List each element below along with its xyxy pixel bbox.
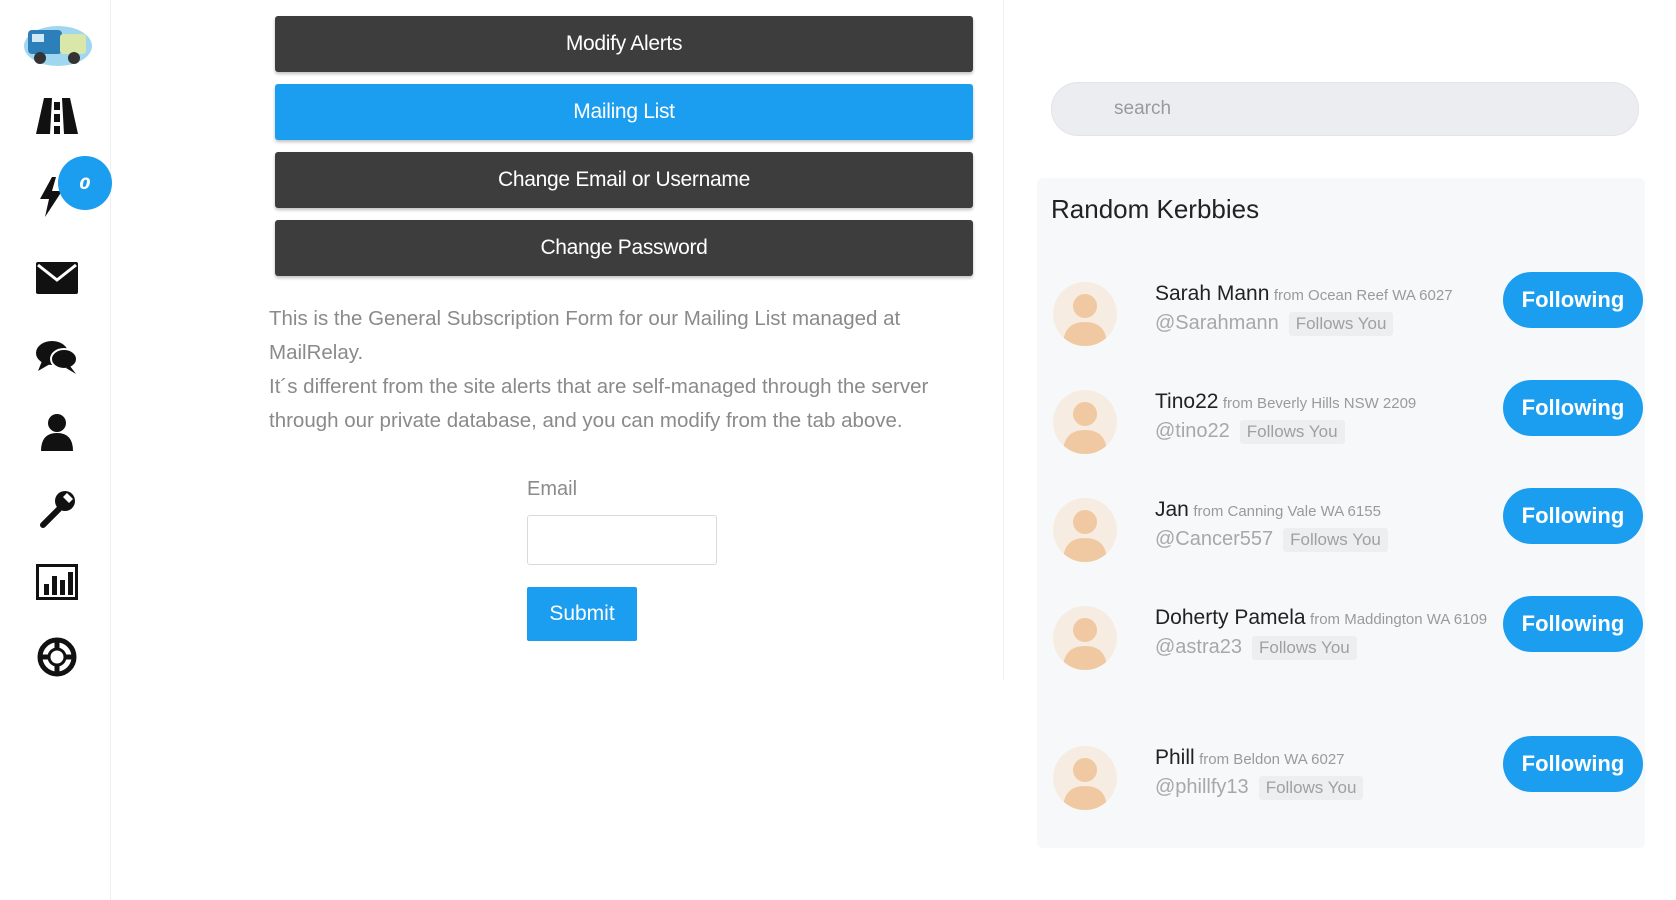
avatar[interactable]	[1053, 606, 1117, 670]
submit-button[interactable]: Submit	[527, 587, 637, 641]
user-handle[interactable]: @Cancer557	[1155, 528, 1273, 550]
following-button[interactable]: Following	[1503, 272, 1643, 328]
avatar[interactable]	[1053, 390, 1117, 454]
follows-you-badge: Follows You	[1239, 420, 1345, 444]
user-name[interactable]: Sarah Mann	[1155, 282, 1269, 305]
user-handle[interactable]: @phillfy13	[1155, 776, 1249, 798]
mailing-list-description: This is the General Subscription Form fo…	[269, 302, 979, 438]
column-divider	[1003, 0, 1004, 680]
following-button[interactable]: Following	[1503, 488, 1643, 544]
user-name[interactable]: Doherty Pamela	[1155, 606, 1306, 629]
intro-line-1: This is the General Subscription Form fo…	[269, 307, 901, 364]
tab-modify-alerts[interactable]: Modify Alerts	[275, 16, 973, 72]
follows-you-badge: Follows You	[1288, 312, 1394, 336]
panel-title: Random Kerbbies	[1051, 194, 1260, 224]
user-handle[interactable]: @tino22	[1155, 420, 1230, 442]
email-label: Email	[527, 478, 578, 500]
user-location: from Beverly Hills NSW 2209	[1222, 395, 1417, 412]
user-name[interactable]: Jan	[1155, 498, 1189, 521]
tab-change-password[interactable]: Change Password	[275, 220, 973, 276]
avatar[interactable]	[1053, 746, 1117, 810]
following-button[interactable]: Following	[1503, 380, 1643, 436]
tab-change-email-username[interactable]: Change Email or Username	[275, 152, 973, 208]
random-kerbbies-panel: Random Kerbbies Sarah Mann from Ocean Re…	[1037, 178, 1645, 848]
email-field[interactable]	[527, 515, 717, 565]
user-handle[interactable]: @Sarahmann	[1155, 312, 1279, 334]
lifebuoy-icon[interactable]	[30, 630, 84, 684]
user-name[interactable]: Phill	[1155, 746, 1195, 769]
follows-you-badge: Follows You	[1283, 528, 1388, 552]
user-icon[interactable]	[30, 405, 84, 459]
sidebar: 0	[0, 0, 112, 900]
settings-panel: Modify Alerts Mailing List Change Email …	[265, 16, 975, 641]
truck-logo[interactable]	[22, 16, 94, 68]
chat-icon[interactable]	[30, 330, 84, 384]
avatar[interactable]	[1053, 282, 1117, 346]
user-location: from Maddington WA 6109	[1310, 611, 1488, 628]
user-handle[interactable]: @astra23	[1155, 636, 1242, 658]
chart-icon[interactable]	[30, 555, 84, 609]
user-location: from Beldon WA 6027	[1199, 751, 1345, 768]
following-button[interactable]: Following	[1503, 596, 1643, 652]
search-box	[1051, 82, 1639, 136]
user-location: from Ocean Reef WA 6027	[1273, 287, 1453, 304]
notification-badge[interactable]: 0	[58, 156, 112, 210]
search-input[interactable]	[1052, 83, 1638, 135]
intro-line-2: It´s different from the site alerts that…	[269, 375, 929, 432]
follows-you-badge: Follows You	[1252, 636, 1357, 660]
tab-mailing-list[interactable]: Mailing List	[275, 84, 973, 140]
envelope-icon[interactable]	[30, 251, 84, 305]
following-button[interactable]: Following	[1503, 736, 1643, 792]
user-name[interactable]: Tino22	[1155, 390, 1218, 413]
subscription-form: Email Submit	[527, 478, 787, 641]
road-icon[interactable]	[30, 89, 84, 143]
follows-you-badge: Follows You	[1258, 776, 1364, 800]
avatar[interactable]	[1053, 498, 1117, 562]
user-location: from Canning Vale WA 6155	[1193, 503, 1381, 520]
wrench-icon[interactable]	[30, 482, 84, 536]
